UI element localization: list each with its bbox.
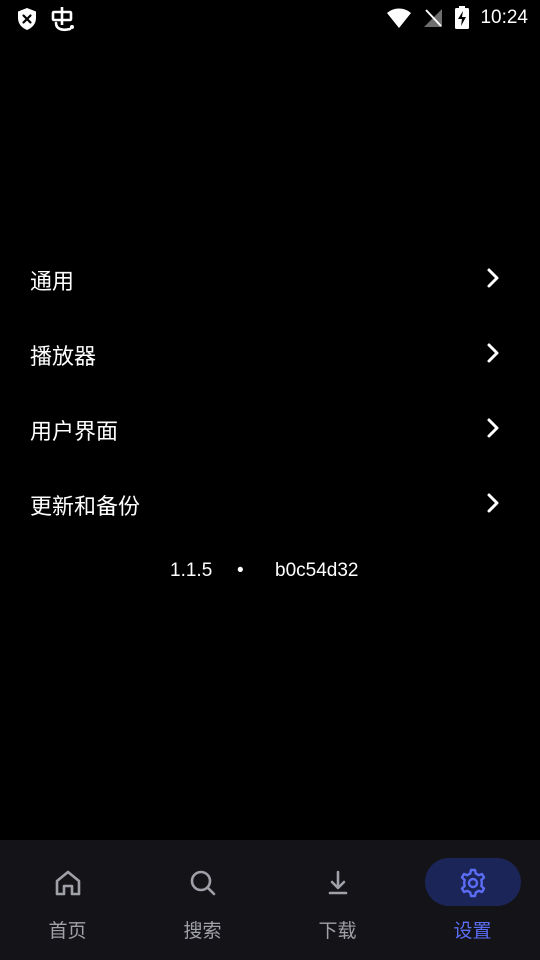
settings-menu: 通用 播放器 用户界面 更新和备份 — [0, 242, 540, 542]
chevron-right-icon — [486, 342, 500, 368]
status-right: 10:24 — [386, 6, 528, 30]
status-left — [16, 6, 76, 32]
nav-item-label: 下载 — [318, 920, 357, 942]
nav-item-label: 首页 — [48, 920, 87, 942]
version-info: 1.1.5 • b0c54d32 — [0, 556, 540, 586]
menu-item-general[interactable]: 通用 — [0, 242, 540, 317]
nav-item-settings[interactable]: 设置 — [405, 840, 540, 960]
nav-item-search[interactable]: 搜索 — [135, 840, 270, 960]
version-hash: b0c54d32 — [275, 560, 359, 581]
menu-item-user-interface[interactable]: 用户界面 — [0, 392, 540, 467]
status-bar: 10:24 — [0, 0, 540, 36]
gear-icon — [458, 868, 488, 902]
bug-icon — [50, 6, 76, 32]
status-time: 10:24 — [480, 7, 528, 28]
home-icon — [53, 868, 83, 902]
settings-screen: 10:24 通用 播放器 用户界面 更新和备份 1.1.5 • b0c54d32… — [0, 0, 540, 960]
nav-item-label: 设置 — [453, 920, 492, 942]
shield-icon — [16, 7, 38, 31]
menu-item-update-backup[interactable]: 更新和备份 — [0, 467, 540, 542]
battery-charging-icon — [454, 6, 470, 30]
wifi-icon — [386, 7, 412, 29]
menu-item-label: 播放器 — [30, 344, 97, 370]
bottom-navigation: 首页 搜索 下载 设置 — [0, 840, 540, 960]
menu-item-label: 用户界面 — [30, 419, 119, 445]
menu-item-label: 更新和备份 — [30, 494, 141, 520]
nav-item-download[interactable]: 下载 — [270, 840, 405, 960]
version-number: 1.1.5 — [170, 560, 213, 581]
menu-item-player[interactable]: 播放器 — [0, 317, 540, 392]
chevron-right-icon — [486, 492, 500, 518]
download-icon — [323, 868, 353, 902]
no-signal-icon — [422, 7, 444, 29]
chevron-right-icon — [486, 417, 500, 443]
nav-item-label: 搜索 — [183, 920, 222, 942]
menu-item-label: 通用 — [30, 269, 75, 295]
version-separator: • — [237, 560, 244, 581]
nav-item-home[interactable]: 首页 — [0, 840, 135, 960]
search-icon — [188, 868, 218, 902]
chevron-right-icon — [486, 267, 500, 293]
